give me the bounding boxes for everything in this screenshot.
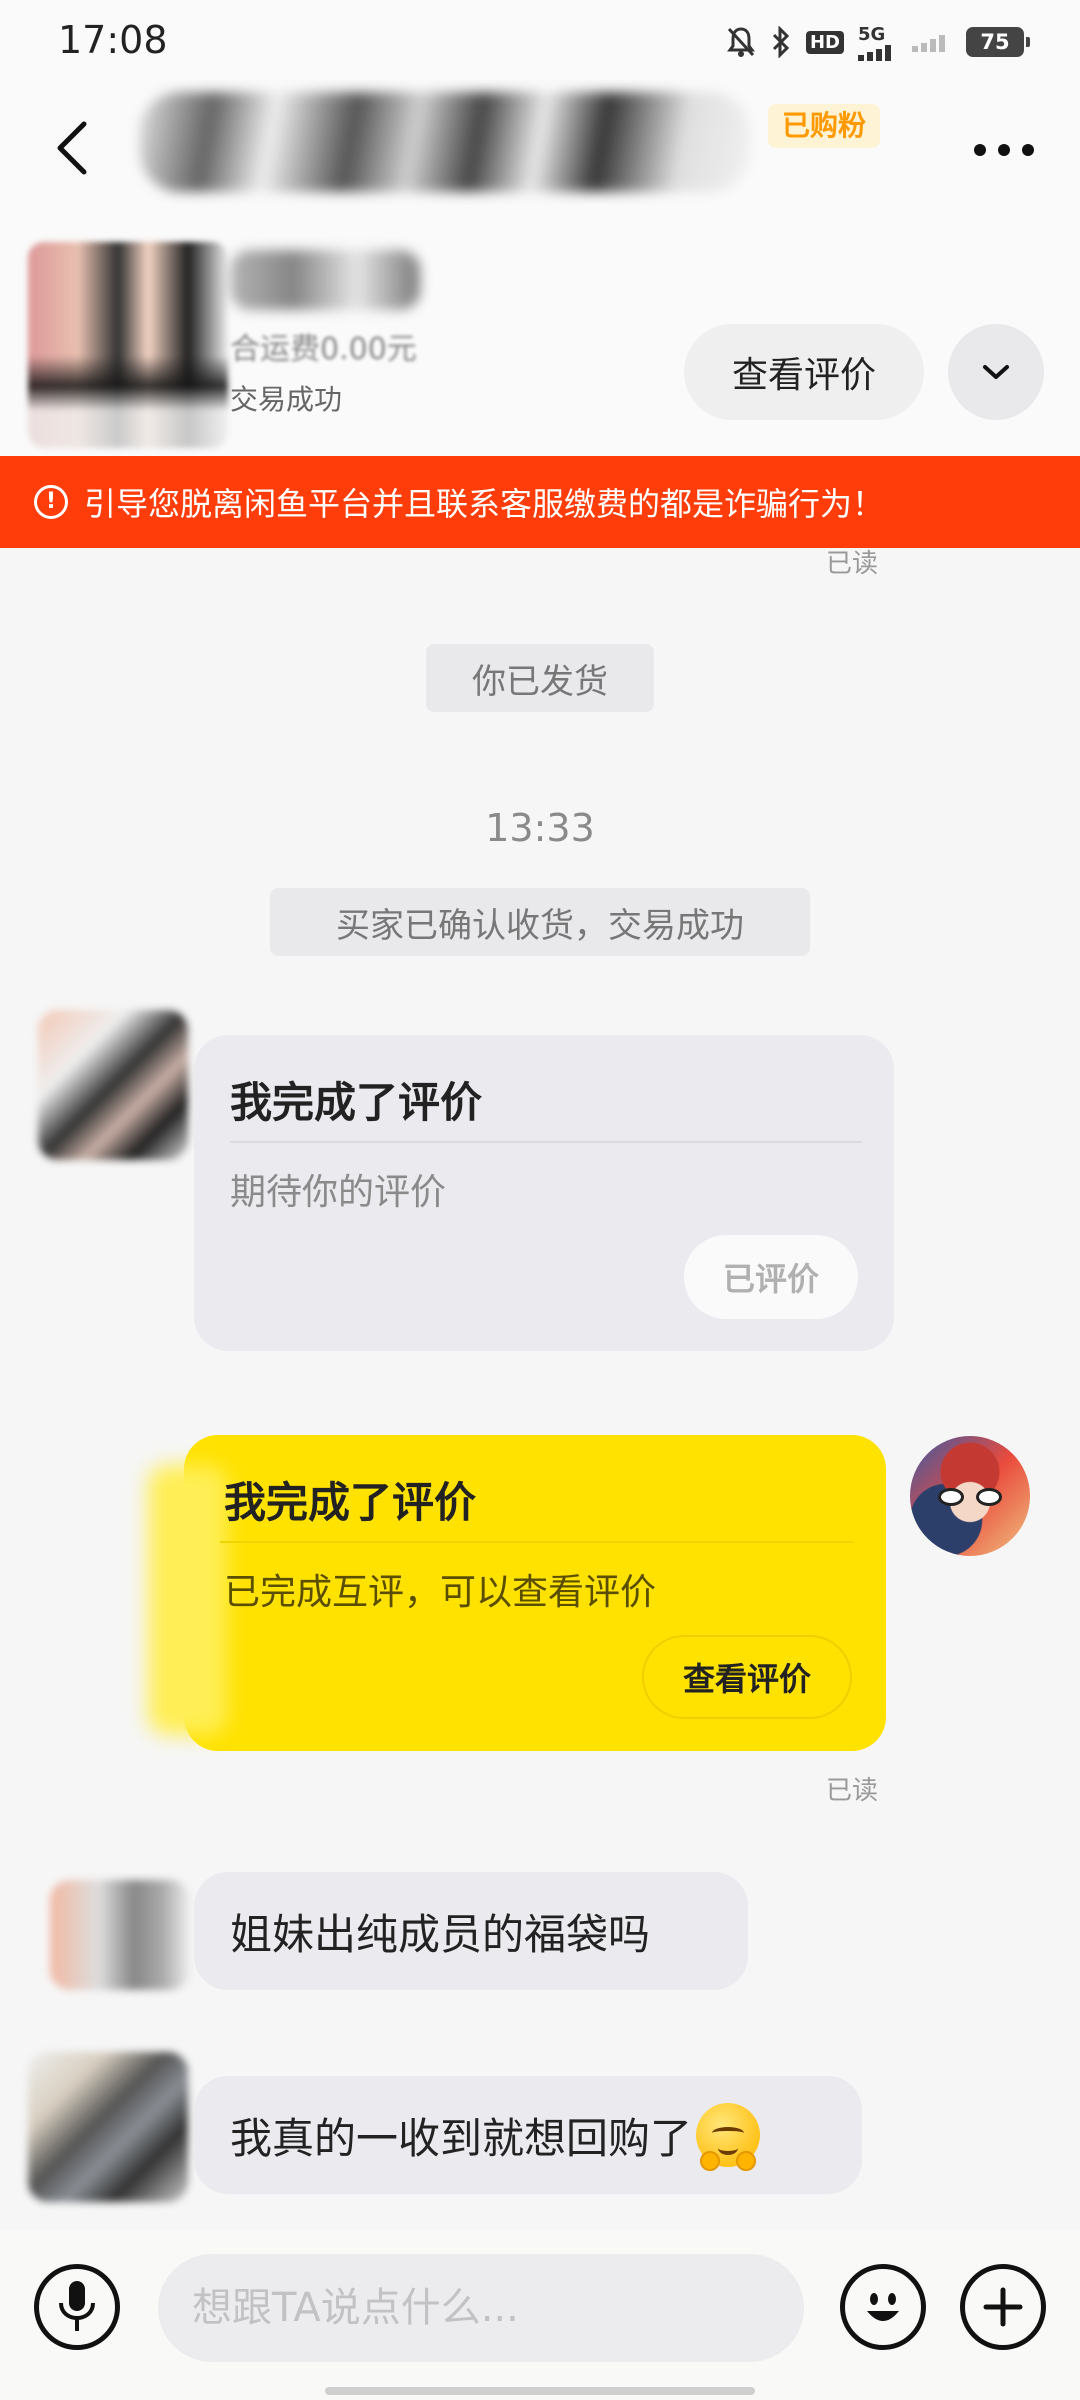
outgoing-review-card[interactable]: 我完成了评价 已完成互评，可以查看评价 查看评价 — [148, 1435, 886, 1751]
home-indicator[interactable] — [325, 2387, 755, 2395]
more-dots-icon — [974, 144, 1034, 156]
my-avatar[interactable] — [910, 1436, 1030, 1556]
read-receipt: 已读 — [826, 1776, 879, 1806]
status-bar: 17:08 HD 5G 75 — [0, 0, 1080, 80]
card-title: 我完成了评价 — [224, 1478, 477, 1527]
message-bubble[interactable]: 我真的一收到就想回购了 — [194, 2076, 862, 2194]
input-bar — [0, 2230, 1080, 2400]
warning-text: 引导您脱离闲鱼平台并且联系客服缴费的都是诈骗行为！ — [84, 485, 885, 523]
card-divider — [220, 1541, 854, 1543]
cellular-5g-icon: 5G — [858, 24, 898, 61]
contact-avatar[interactable] — [50, 1880, 190, 1990]
exclamation-circle-icon: ! — [34, 485, 68, 519]
plus-icon — [983, 2287, 1023, 2327]
microphone-icon — [59, 2281, 95, 2331]
card-subtitle: 已完成互评，可以查看评价 — [224, 1572, 657, 1613]
trade-status: 交易成功 — [230, 383, 343, 416]
chevron-down-icon — [983, 365, 1009, 379]
blur-artifact — [148, 1465, 228, 1735]
card-divider — [230, 1141, 862, 1143]
expand-button[interactable] — [948, 324, 1044, 420]
view-review-card-button[interactable]: 查看评价 — [642, 1635, 852, 1719]
emoji-button[interactable] — [840, 2264, 926, 2350]
signal-icon — [912, 32, 952, 52]
contact-avatar[interactable] — [38, 1010, 188, 1160]
product-thumbnail[interactable] — [28, 242, 228, 448]
fraud-warning-banner: ! 引导您脱离闲鱼平台并且联系客服缴费的都是诈骗行为！ — [0, 456, 1080, 548]
voice-button[interactable] — [34, 2264, 120, 2350]
contact-avatar[interactable] — [28, 2052, 188, 2202]
network-type-label: 5G — [858, 23, 886, 45]
chevron-left-icon — [57, 121, 87, 175]
message-input[interactable] — [158, 2254, 804, 2362]
message-bubble[interactable]: 姐妹出纯成员的福袋吗 — [194, 1872, 748, 1990]
mute-bell-icon — [726, 26, 756, 58]
reviewed-button: 已评价 — [684, 1235, 858, 1319]
message-timestamp: 13:33 — [485, 806, 595, 850]
contact-name-redacted — [140, 92, 750, 192]
status-icons: HD 5G 75 — [726, 22, 1030, 62]
battery-icon: 75 — [966, 27, 1030, 57]
card-title: 我完成了评价 — [230, 1078, 483, 1127]
card-subtitle: 期待你的评价 — [230, 1172, 447, 1213]
bluetooth-icon — [770, 26, 792, 58]
product-price: 合运费0.00元 — [230, 332, 417, 367]
battery-level: 75 — [980, 30, 1010, 54]
smiley-icon — [867, 2293, 899, 2321]
hd-voice-badge: HD — [805, 30, 844, 54]
view-review-button[interactable]: 查看评价 — [684, 324, 924, 420]
incoming-review-card[interactable]: 我完成了评价 期待你的评价 已评价 — [194, 1035, 894, 1351]
read-receipt: 已读 — [826, 549, 879, 579]
back-button[interactable] — [40, 116, 104, 180]
status-time: 17:08 — [58, 18, 168, 62]
add-button[interactable] — [960, 2264, 1046, 2350]
more-button[interactable] — [964, 120, 1044, 180]
shipped-notice: 你已发货 — [426, 644, 654, 712]
message-text: 姐妹出纯成员的福袋吗 — [230, 1909, 651, 1959]
avatar-glasses — [938, 1488, 1002, 1506]
message-text: 我真的一收到就想回购了 — [230, 2113, 693, 2163]
product-title-redacted — [230, 250, 420, 310]
hugging-face-emoji — [696, 2103, 761, 2171]
buyer-tag-badge: 已购粉 — [768, 104, 881, 148]
product-summary[interactable]: 合运费0.00元 交易成功 查看评价 — [0, 220, 1080, 456]
trade-confirmed-notice: 买家已确认收货，交易成功 — [270, 888, 810, 956]
chat-header: 已购粉 — [0, 80, 1080, 220]
